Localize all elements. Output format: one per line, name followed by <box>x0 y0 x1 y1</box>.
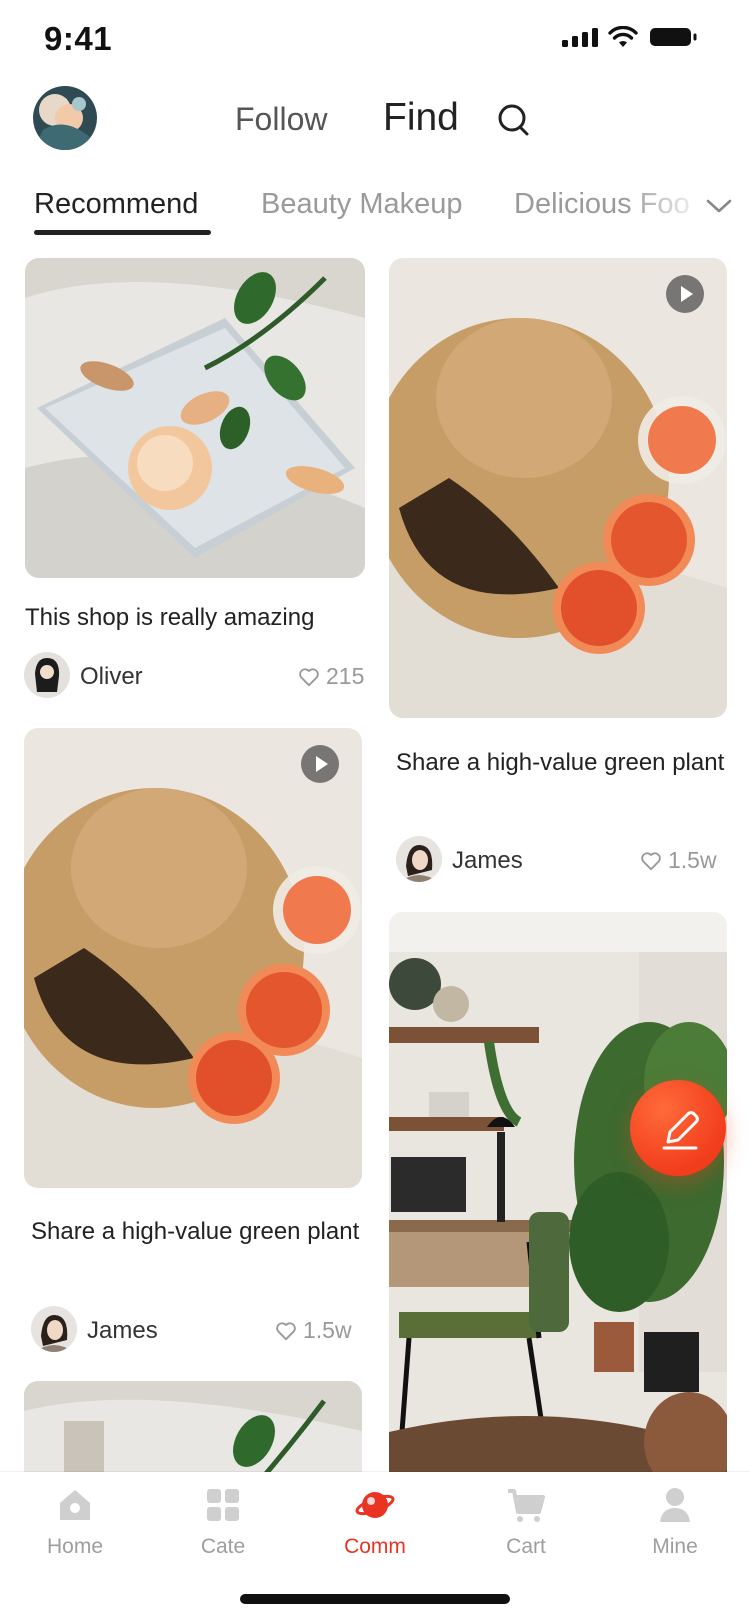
tab-follow[interactable]: Follow <box>235 101 327 138</box>
post-image-straw-hat[interactable] <box>24 728 362 1188</box>
home-indicator <box>240 1594 510 1604</box>
tab-find[interactable]: Find <box>383 96 459 140</box>
like-count[interactable]: 1.5w <box>275 1317 352 1344</box>
post-image-rose[interactable] <box>25 258 365 578</box>
author-name[interactable]: James <box>452 847 523 875</box>
tabbar-item-comm[interactable]: Comm <box>320 1486 430 1559</box>
post-image-room[interactable] <box>389 912 727 1512</box>
status-icons <box>562 26 698 48</box>
author-name[interactable]: James <box>87 1317 158 1345</box>
create-post-button[interactable] <box>630 1080 726 1176</box>
play-icon <box>681 286 693 302</box>
heart-icon <box>276 1321 296 1340</box>
author-avatar[interactable] <box>396 836 442 882</box>
play-icon <box>316 756 328 772</box>
tabbar-label: Comm <box>344 1535 406 1558</box>
cart-icon <box>508 1489 545 1522</box>
chevron-down-icon[interactable] <box>706 198 732 214</box>
like-count-value: 1.5w <box>303 1317 352 1343</box>
tab-recommend[interactable]: Recommend <box>34 188 198 221</box>
like-count-value: 1.5w <box>668 847 717 873</box>
post-title[interactable]: Share a high-value green plant <box>31 1214 361 1250</box>
like-count[interactable]: 215 <box>298 663 364 690</box>
post-title[interactable]: Share a high-value green plant <box>396 745 726 781</box>
tabbar-label: Cate <box>200 1535 246 1558</box>
status-time: 9:41 <box>44 20 113 57</box>
tab-beauty-makeup[interactable]: Beauty Makeup <box>261 188 463 221</box>
tabbar-label: Cart <box>506 1535 546 1558</box>
user-icon <box>660 1488 690 1522</box>
tabbar-item-cart[interactable]: Cart <box>471 1486 581 1559</box>
like-count-value: 215 <box>326 663 365 689</box>
search-icon[interactable] <box>497 103 531 137</box>
video-play-button[interactable] <box>301 745 339 783</box>
wifi-icon <box>608 26 638 47</box>
author-avatar[interactable] <box>24 652 70 698</box>
tabbar-item-cate[interactable]: Cate <box>168 1486 278 1559</box>
tabbar-item-home[interactable]: Home <box>20 1486 130 1559</box>
cellular-signal-icon <box>562 28 598 47</box>
active-tab-indicator <box>34 230 211 235</box>
heart-icon <box>299 667 319 686</box>
author-avatar[interactable] <box>31 1306 77 1352</box>
category-grid-icon <box>207 1489 239 1521</box>
battery-icon <box>650 28 697 46</box>
author-name[interactable]: Oliver <box>80 663 143 691</box>
post-image-straw-hat[interactable] <box>389 258 727 718</box>
video-play-button[interactable] <box>666 275 704 313</box>
tabbar-label: Home <box>46 1535 104 1558</box>
category-tabs: Recommend Beauty Makeup Delicious Foo <box>34 184 744 236</box>
tabbar-label: Mine <box>652 1535 698 1558</box>
heart-icon <box>641 851 661 870</box>
post-title[interactable]: This shop is really amazing <box>25 600 365 636</box>
home-icon <box>60 1490 90 1520</box>
like-count[interactable]: 1.5w <box>640 847 717 874</box>
planet-icon <box>355 1492 395 1518</box>
tabbar-item-mine[interactable]: Mine <box>620 1486 730 1559</box>
user-avatar[interactable] <box>33 86 97 150</box>
pencil-icon <box>662 1111 699 1150</box>
